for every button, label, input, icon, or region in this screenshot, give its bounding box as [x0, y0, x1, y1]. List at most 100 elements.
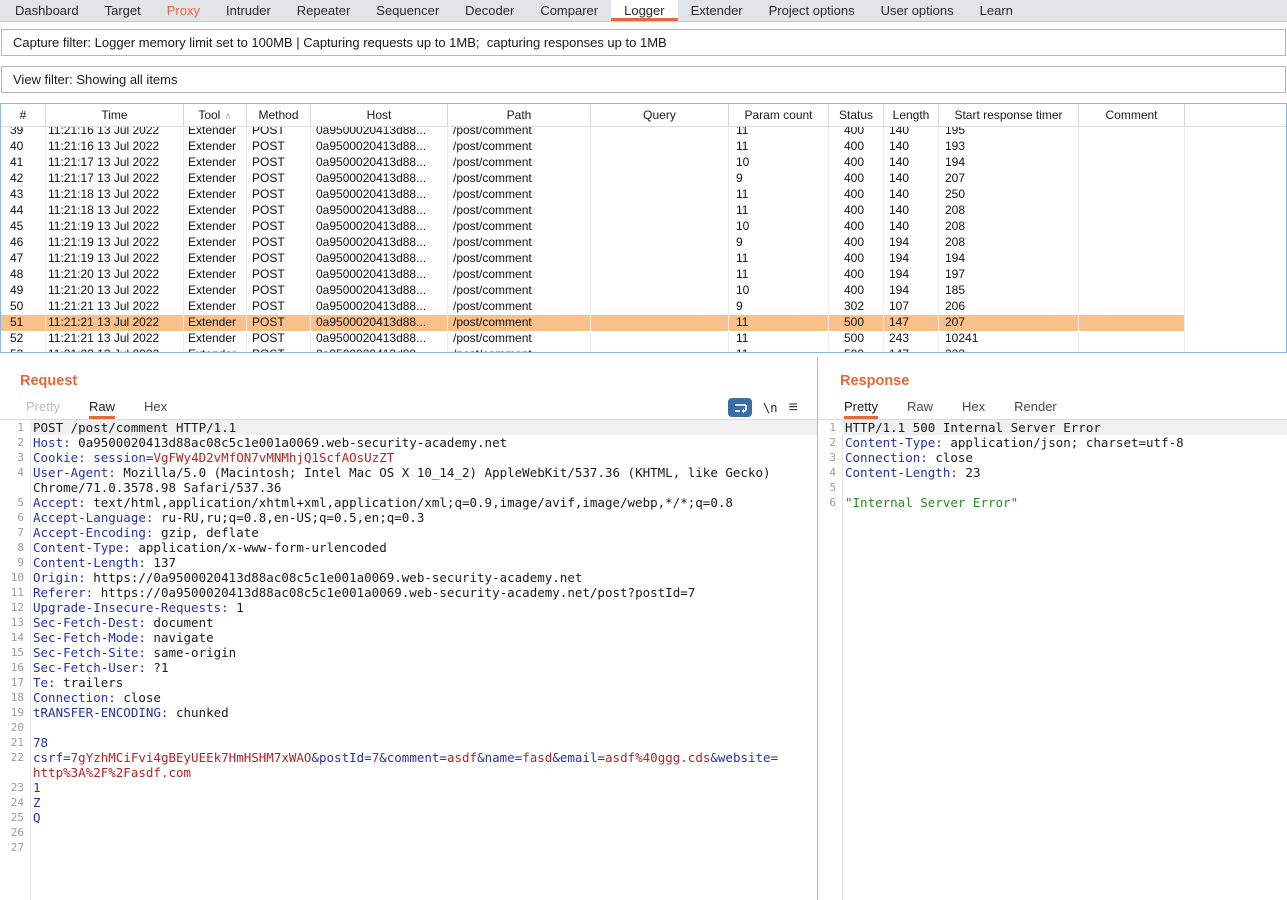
request-tab-raw[interactable]: Raw	[89, 399, 115, 419]
column-header-length[interactable]: Length	[884, 104, 939, 126]
cell-number: 41	[1, 155, 46, 171]
menu-tab-dashboard[interactable]: Dashboard	[2, 0, 92, 21]
log-row-39[interactable]: 3911:21:16 13 Jul 2022ExtenderPOST0a9500…	[1, 127, 1286, 139]
cell-method: POST	[247, 187, 311, 203]
log-row-53[interactable]: 5311:21:22 13 Jul 2022ExtenderPOST0a9500…	[1, 347, 1286, 352]
response-editor[interactable]: 1HTTP/1.1 500 Internal Server Error2Cont…	[818, 420, 1287, 900]
cell-start-response-timer: 207	[939, 315, 1079, 331]
cell-tool: Extender	[184, 331, 247, 347]
menu-tab-sequencer[interactable]: Sequencer	[363, 0, 452, 21]
response-tab-pretty[interactable]: Pretty	[844, 399, 878, 419]
code-text: Accept: text/html,application/xhtml+xml,…	[30, 495, 817, 510]
log-row-51[interactable]: 5111:21:21 13 Jul 2022ExtenderPOST0a9500…	[1, 315, 1286, 331]
cell-param-count: 11	[729, 267, 829, 283]
log-row-49[interactable]: 4911:21:20 13 Jul 2022ExtenderPOST0a9500…	[1, 283, 1286, 299]
column-header-param-count[interactable]: Param count	[729, 104, 829, 126]
cell-tool: Extender	[184, 127, 247, 139]
cell-method: POST	[247, 203, 311, 219]
log-row-44[interactable]: 4411:21:18 13 Jul 2022ExtenderPOST0a9500…	[1, 203, 1286, 219]
cell-start-response-timer: 193	[939, 139, 1079, 155]
menu-tab-project-options[interactable]: Project options	[756, 0, 868, 21]
log-row-52[interactable]: 5211:21:21 13 Jul 2022ExtenderPOST0a9500…	[1, 331, 1286, 347]
menu-tab-target[interactable]: Target	[92, 0, 154, 21]
menu-tab-intruder[interactable]: Intruder	[213, 0, 284, 21]
line-number: 2	[0, 435, 30, 450]
column-header-method[interactable]: Method	[247, 104, 311, 126]
log-row-42[interactable]: 4211:21:17 13 Jul 2022ExtenderPOST0a9500…	[1, 171, 1286, 187]
cell-number: 53	[1, 347, 46, 352]
request-tab-hex[interactable]: Hex	[144, 399, 167, 419]
code-line-5: 5	[818, 480, 1287, 495]
column-header-time[interactable]: Time	[46, 104, 184, 126]
newline-toggle-button[interactable]: \n	[763, 401, 777, 415]
code-line-18: 18Connection: close	[0, 690, 817, 705]
line-number: 6	[0, 510, 30, 525]
code-line-wrap: Chrome/71.0.3578.98 Safari/537.36	[0, 480, 817, 495]
code-text: tRANSFER-ENCODING: chunked	[30, 705, 817, 720]
menu-tab-comparer[interactable]: Comparer	[527, 0, 611, 21]
column-header-start-response-timer[interactable]: Start response timer	[939, 104, 1079, 126]
log-table-body[interactable]: 3911:21:16 13 Jul 2022ExtenderPOST0a9500…	[1, 127, 1286, 352]
column-header-path[interactable]: Path	[448, 104, 591, 126]
cell-length: 140	[884, 187, 939, 203]
cell-method: POST	[247, 171, 311, 187]
request-tab-pretty[interactable]: Pretty	[26, 399, 60, 419]
code-text: Chrome/71.0.3578.98 Safari/537.36	[30, 480, 817, 495]
line-number: 24	[0, 795, 30, 810]
cell-comment	[1079, 251, 1185, 267]
response-tab-raw[interactable]: Raw	[907, 399, 933, 419]
column-header-number[interactable]: #	[1, 104, 46, 126]
cell-param-count: 11	[729, 331, 829, 347]
cell-tool: Extender	[184, 203, 247, 219]
log-row-48[interactable]: 4811:21:20 13 Jul 2022ExtenderPOST0a9500…	[1, 267, 1286, 283]
log-row-45[interactable]: 4511:21:19 13 Jul 2022ExtenderPOST0a9500…	[1, 219, 1286, 235]
cell-filler	[1185, 267, 1286, 283]
menu-tab-extender[interactable]: Extender	[678, 0, 756, 21]
cell-param-count: 11	[729, 127, 829, 139]
menu-tab-proxy[interactable]: Proxy	[154, 0, 213, 21]
menu-tab-user-options[interactable]: User options	[868, 0, 967, 21]
editor-menu-button[interactable]: ≡	[788, 398, 797, 417]
code-text: Content-Length: 137	[30, 555, 817, 570]
line-number: 25	[0, 810, 30, 825]
log-row-50[interactable]: 5011:21:21 13 Jul 2022ExtenderPOST0a9500…	[1, 299, 1286, 315]
log-row-46[interactable]: 4611:21:19 13 Jul 2022ExtenderPOST0a9500…	[1, 235, 1286, 251]
cell-length: 147	[884, 347, 939, 352]
log-table-header: #TimeTool∧MethodHostPathQueryParam count…	[1, 104, 1286, 127]
menu-tab-learn[interactable]: Learn	[967, 0, 1026, 21]
log-row-47[interactable]: 4711:21:19 13 Jul 2022ExtenderPOST0a9500…	[1, 251, 1286, 267]
code-text: http%3A%2F%2Fasdf.com	[30, 765, 817, 780]
line-number: 5	[0, 495, 30, 510]
log-row-40[interactable]: 4011:21:16 13 Jul 2022ExtenderPOST0a9500…	[1, 139, 1286, 155]
request-tabs: Pretty Raw Hex	[0, 395, 817, 420]
cell-path: /post/comment	[448, 127, 591, 139]
view-filter-bar[interactable]: View filter: Showing all items	[1, 66, 1286, 93]
column-header-comment[interactable]: Comment	[1079, 104, 1185, 126]
soft-wrap-toggle-button[interactable]	[728, 398, 752, 417]
cell-param-count: 9	[729, 235, 829, 251]
menu-tab-logger[interactable]: Logger	[611, 0, 677, 21]
column-header-query[interactable]: Query	[591, 104, 729, 126]
column-header-host[interactable]: Host	[311, 104, 448, 126]
log-row-41[interactable]: 4111:21:17 13 Jul 2022ExtenderPOST0a9500…	[1, 155, 1286, 171]
line-number: 4	[0, 465, 30, 480]
cell-time: 11:21:21 13 Jul 2022	[46, 315, 184, 331]
capture-filter-bar[interactable]: Capture filter: Logger memory limit set …	[1, 29, 1286, 56]
code-text: Host: 0a9500020413d88ac08c5c1e001a0069.w…	[30, 435, 817, 450]
cell-number: 49	[1, 283, 46, 299]
menu-tab-decoder[interactable]: Decoder	[452, 0, 527, 21]
code-text: Z	[30, 795, 817, 810]
code-text: Cookie: session=VgFWy4D2vMfON7vMNMhjQ1Sc…	[30, 450, 817, 465]
response-tab-hex[interactable]: Hex	[962, 399, 985, 419]
log-row-43[interactable]: 4311:21:18 13 Jul 2022ExtenderPOST0a9500…	[1, 187, 1286, 203]
response-tabs: Pretty Raw Hex Render	[818, 395, 1287, 420]
code-text: 1	[30, 780, 817, 795]
cell-start-response-timer: 206	[939, 299, 1079, 315]
response-tab-render[interactable]: Render	[1014, 399, 1057, 419]
request-editor[interactable]: 1POST /post/comment HTTP/1.12Host: 0a950…	[0, 420, 817, 900]
cell-comment	[1079, 219, 1185, 235]
cell-host: 0a9500020413d88...	[311, 203, 448, 219]
column-header-tool[interactable]: Tool∧	[184, 104, 247, 126]
column-header-status[interactable]: Status	[829, 104, 884, 126]
menu-tab-repeater[interactable]: Repeater	[284, 0, 363, 21]
